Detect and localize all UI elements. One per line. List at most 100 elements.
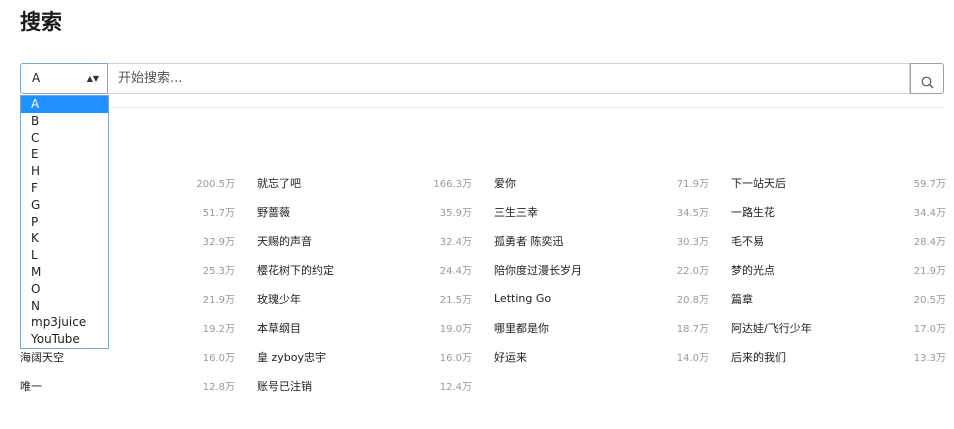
search-bar: A ▲▼ — [20, 63, 944, 94]
hot-search-item[interactable]: Letting Go 20.8万 — [494, 284, 709, 313]
song-title: 玫瑰少年 — [257, 292, 301, 306]
hot-search-item[interactable]: 梦的光点 21.9万 — [731, 255, 946, 284]
dropdown-option[interactable]: K — [21, 230, 108, 247]
song-title: Letting Go — [494, 292, 552, 305]
source-select-value: A — [32, 71, 41, 85]
hot-search-item[interactable]: 樱花树下的约定 24.4万 — [257, 255, 472, 284]
search-count: 19.0万 — [439, 324, 472, 335]
song-title: 后来的我们 — [731, 350, 786, 364]
dropdown-option[interactable]: N — [21, 298, 108, 315]
hot-search-item[interactable]: 阿达娃/飞行少年 17.0万 — [731, 313, 946, 342]
search-input[interactable] — [108, 63, 910, 94]
song-title: 一路生花 — [731, 205, 775, 219]
search-icon — [921, 76, 933, 89]
search-count: 51.7万 — [202, 208, 235, 219]
source-select[interactable]: A ▲▼ — [20, 63, 108, 94]
song-title: 哪里都是你 — [494, 321, 549, 335]
hot-search-item[interactable]: 三生三幸 34.5万 — [494, 197, 709, 226]
hot-search-item[interactable]: 账号已注销 12.4万 — [257, 371, 472, 400]
dropdown-option[interactable]: A — [21, 96, 108, 113]
dropdown-option[interactable]: M — [21, 264, 108, 281]
hot-search-item[interactable]: 好运来 14.0万 — [494, 342, 709, 371]
song-title: 就忘了吧 — [257, 176, 301, 190]
song-title: 皇 zyboy忠宇 — [257, 350, 327, 364]
search-count: 22.0万 — [676, 266, 709, 277]
search-count: 19.2万 — [202, 324, 235, 335]
dropdown-option[interactable]: mp3juice — [21, 314, 108, 331]
search-count: 32.4万 — [439, 237, 472, 248]
hot-search-item[interactable]: 本草纲目 19.0万 — [257, 313, 472, 342]
dropdown-option[interactable]: F — [21, 180, 108, 197]
dropdown-option[interactable]: G — [21, 197, 108, 214]
dropdown-option[interactable]: O — [21, 281, 108, 298]
song-title: 野蔷薇 — [257, 205, 290, 219]
song-title: 三生三幸 — [494, 205, 538, 219]
page-title: 搜索 — [20, 10, 62, 34]
search-button[interactable] — [910, 63, 944, 94]
search-count: 12.8万 — [202, 382, 235, 393]
song-title: 孤勇者 陈奕迅 — [494, 234, 564, 248]
select-arrows-icon: ▲▼ — [86, 74, 99, 83]
search-count: 21.9万 — [913, 266, 946, 277]
song-title: 账号已注销 — [257, 379, 312, 393]
search-count: 71.9万 — [676, 179, 709, 190]
hot-search-item[interactable]: 玫瑰少年 21.5万 — [257, 284, 472, 313]
search-count: 14.0万 — [676, 353, 709, 364]
song-title: 本草纲目 — [257, 321, 301, 335]
search-count: 16.0万 — [439, 353, 472, 364]
hot-search-grid: 200.5万 就忘了吧 166.3万 爱你 71.9万 下一站天后 59.7万 51.7万 野蔷… — [20, 168, 950, 400]
search-count: 32.9万 — [202, 237, 235, 248]
song-title: 好运来 — [494, 350, 527, 364]
dropdown-option[interactable]: B — [21, 113, 108, 130]
hot-search-item[interactable]: 爱你 71.9万 — [494, 168, 709, 197]
hot-search-item[interactable]: 一路生花 34.4万 — [731, 197, 946, 226]
search-count: 35.9万 — [439, 208, 472, 219]
song-title: 唯一 — [20, 379, 42, 393]
source-dropdown-list: A B C E H F G P K L M O Nmp3juice YouTube — [20, 95, 109, 349]
search-count: 24.4万 — [439, 266, 472, 277]
hot-search-item[interactable]: 皇 zyboy忠宇 16.0万 — [257, 342, 472, 371]
hot-search-item[interactable]: 哪里都是你 18.7万 — [494, 313, 709, 342]
search-count: 30.3万 — [676, 237, 709, 248]
search-count: 20.8万 — [676, 295, 709, 306]
hot-search-item[interactable]: 天赐的声音 32.4万 — [257, 226, 472, 255]
search-count: 21.9万 — [202, 295, 235, 306]
search-count: 28.4万 — [913, 237, 946, 248]
hot-search-item[interactable]: 下一站天后 59.7万 — [731, 168, 946, 197]
search-count: 13.3万 — [913, 353, 946, 364]
song-title: 下一站天后 — [731, 176, 786, 190]
search-count: 17.0万 — [913, 324, 946, 335]
hot-search-item[interactable]: 孤勇者 陈奕迅 30.3万 — [494, 226, 709, 255]
dropdown-option[interactable]: E — [21, 146, 108, 163]
search-count: 20.5万 — [913, 295, 946, 306]
dropdown-option[interactable]: L — [21, 247, 108, 264]
divider — [110, 107, 944, 108]
song-title: 毛不易 — [731, 234, 764, 248]
hot-search-item[interactable]: 后来的我们 13.3万 — [731, 342, 946, 371]
search-count: 34.4万 — [913, 208, 946, 219]
hot-search-item[interactable]: 唯一 12.8万 — [20, 371, 235, 400]
search-count: 12.4万 — [439, 382, 472, 393]
hot-search-item[interactable]: 就忘了吧 166.3万 — [257, 168, 472, 197]
hot-search-item[interactable]: 毛不易 28.4万 — [731, 226, 946, 255]
hot-search-item[interactable]: 野蔷薇 35.9万 — [257, 197, 472, 226]
dropdown-option[interactable]: H — [21, 163, 108, 180]
dropdown-option[interactable]: C — [21, 130, 108, 147]
search-count: 25.3万 — [202, 266, 235, 277]
search-count: 59.7万 — [913, 179, 946, 190]
song-title: 天赐的声音 — [257, 234, 312, 248]
dropdown-option[interactable]: P — [21, 214, 108, 231]
song-title: 梦的光点 — [731, 263, 775, 277]
search-count: 16.0万 — [202, 353, 235, 364]
hot-search-item[interactable]: 篇章 20.5万 — [731, 284, 946, 313]
song-title: 樱花树下的约定 — [257, 263, 334, 277]
song-title: 陪你度过漫长岁月 — [494, 263, 582, 277]
search-count: 21.5万 — [439, 295, 472, 306]
search-count: 166.3万 — [433, 179, 472, 190]
search-count: 18.7万 — [676, 324, 709, 335]
dropdown-option[interactable]: YouTube — [21, 331, 108, 348]
song-title: 阿达娃/飞行少年 — [731, 321, 812, 335]
hot-search-item[interactable]: 陪你度过漫长岁月 22.0万 — [494, 255, 709, 284]
search-count: 200.5万 — [196, 179, 235, 190]
search-count: 34.5万 — [676, 208, 709, 219]
